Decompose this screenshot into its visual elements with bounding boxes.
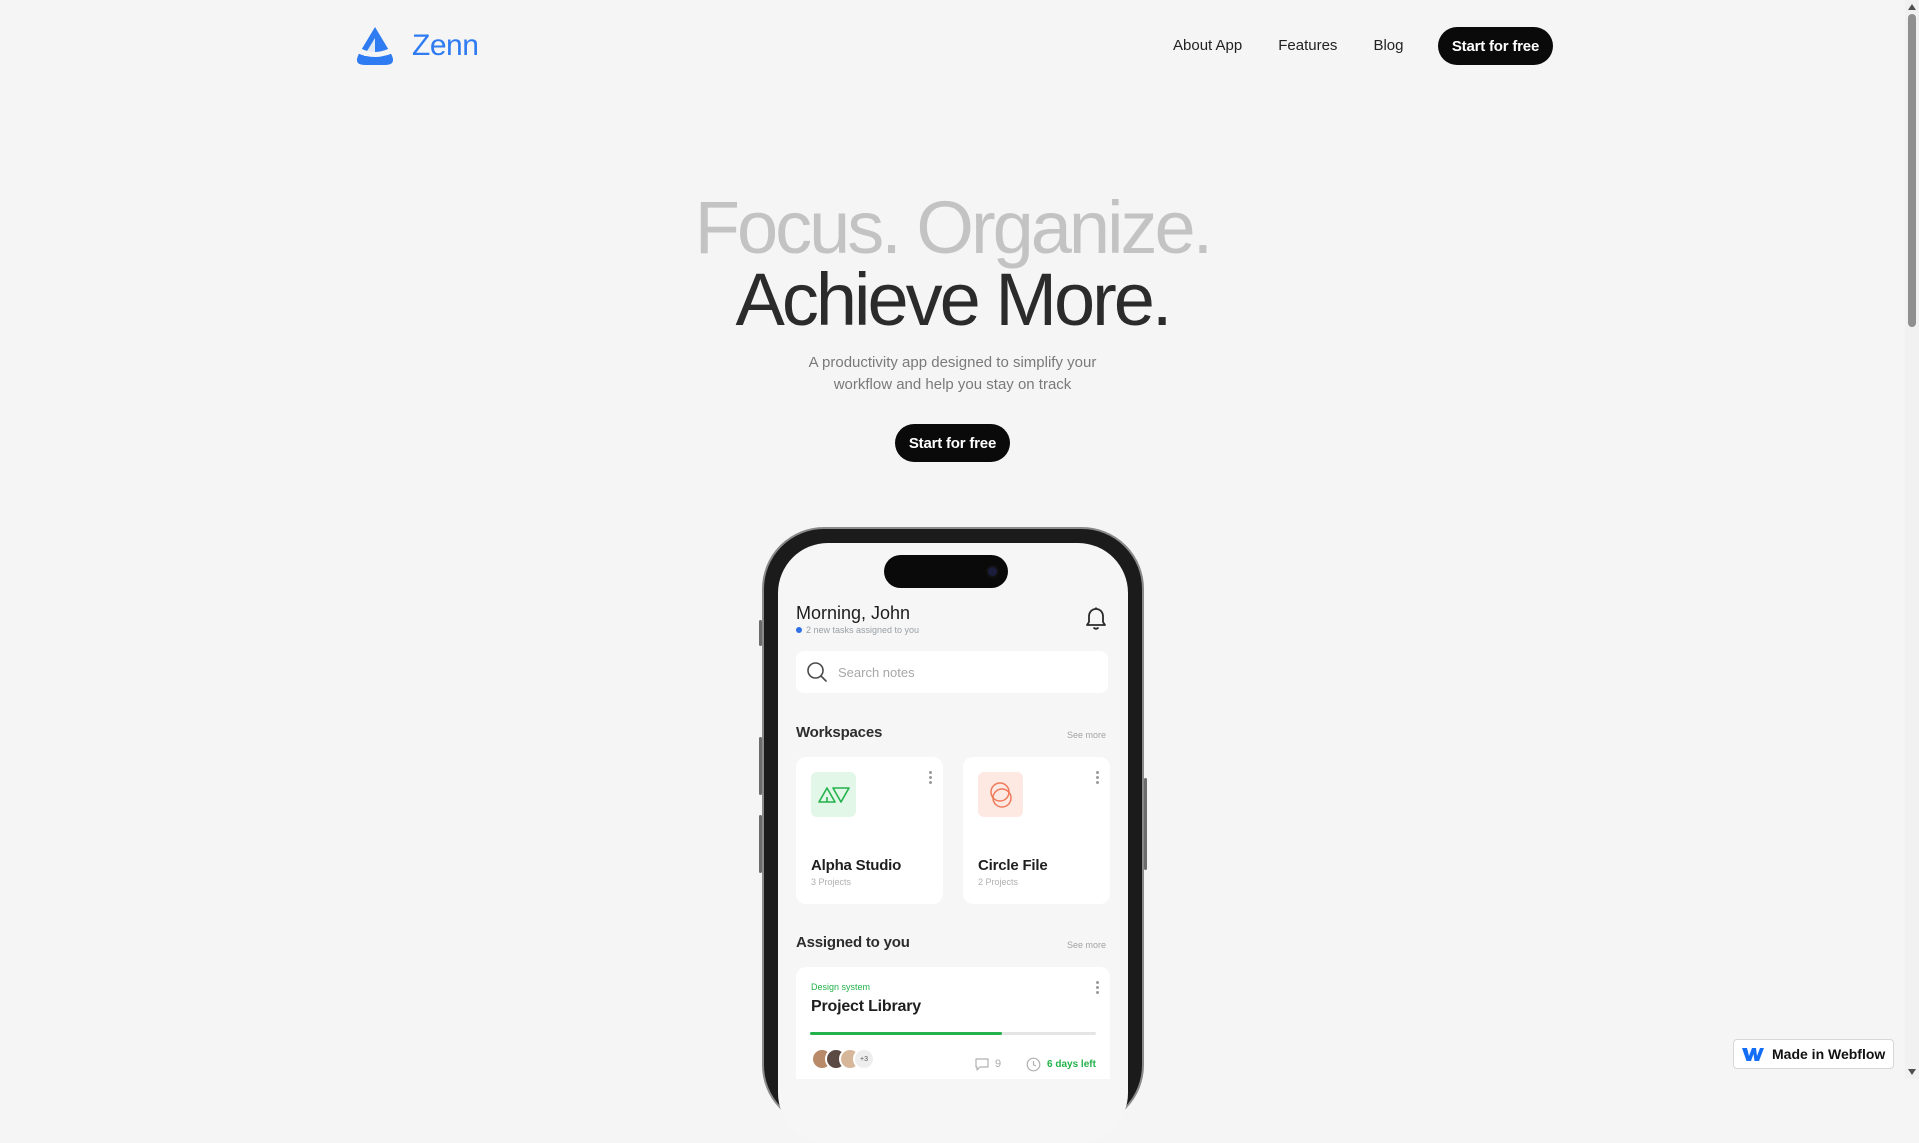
task-deadline: 6 days left: [1026, 1057, 1096, 1072]
webflow-badge-label: Made in Webflow: [1772, 1046, 1886, 1062]
task-comments: 9: [974, 1057, 1001, 1071]
nav-links: About App Features Blog: [1173, 37, 1403, 54]
task-name: Project Library: [811, 998, 921, 1015]
scroll-up-icon[interactable]: [1905, 0, 1919, 14]
hero-heading-line-2: Achieve More.: [735, 258, 1173, 341]
task-progress-bar: [810, 1032, 1096, 1035]
brand-name: Zenn: [412, 29, 479, 62]
circle-file-logo-icon: [978, 772, 1023, 817]
new-tasks-notice: 2 new tasks assigned to you: [796, 625, 919, 635]
hero-subtitle-line-1: A productivity app designed to simplify …: [808, 354, 1097, 371]
workspace-name: Circle File: [978, 857, 1048, 874]
search-bar: [796, 651, 1108, 693]
task-category: Design system: [811, 982, 871, 992]
workspaces-title: Workspaces: [796, 724, 883, 741]
greeting: Morning, John: [796, 603, 911, 623]
workspace-card-alpha-studio[interactable]: Alpha Studio 3 Projects: [796, 757, 943, 904]
nav-start-button[interactable]: Start for free: [1438, 27, 1553, 65]
task-progress-fill: [810, 1032, 1002, 1035]
zenn-logo-icon: [356, 27, 394, 65]
workspace-card-circle-file[interactable]: Circle File 2 Projects: [963, 757, 1110, 904]
scrollbar-thumb[interactable]: [1908, 14, 1916, 327]
avatar-extra-count: +3: [853, 1048, 875, 1070]
phone-power-button: [1144, 778, 1147, 870]
clock-icon: [1026, 1057, 1041, 1072]
bell-icon[interactable]: [1084, 606, 1108, 632]
camera-icon: [988, 567, 997, 576]
top-nav: Zenn About App Features Blog Start for f…: [0, 0, 1905, 92]
deadline-text: 6 days left: [1047, 1059, 1096, 1070]
nav-link-blog[interactable]: Blog: [1373, 37, 1403, 54]
search-notes-input[interactable]: [836, 663, 1080, 681]
comment-count: 9: [995, 1058, 1002, 1070]
task-more-icon[interactable]: [1093, 981, 1101, 997]
hero-subtitle-line-2: workflow and help you stay on track: [833, 376, 1072, 393]
assigned-title: Assigned to you: [796, 934, 910, 951]
alpha-studio-more-icon[interactable]: [926, 771, 934, 787]
scroll-down-icon[interactable]: [1905, 1065, 1919, 1079]
notice-dot-icon: [796, 627, 802, 633]
alpha-studio-logo-icon: [811, 772, 856, 817]
workspace-project-count: 2 Projects: [978, 877, 1019, 887]
search-icon: [807, 662, 827, 682]
workspaces-see-more-link[interactable]: See more: [1067, 730, 1106, 740]
workspace-project-count: 3 Projects: [811, 877, 852, 887]
workspace-name: Alpha Studio: [811, 857, 902, 874]
new-tasks-notice-text: 2 new tasks assigned to you: [806, 625, 920, 635]
comment-icon: [975, 1058, 989, 1071]
circle-file-more-icon[interactable]: [1093, 771, 1101, 787]
hero-start-button[interactable]: Start for free: [895, 424, 1010, 462]
nav-link-about-app[interactable]: About App: [1173, 37, 1242, 54]
assigned-see-more-link[interactable]: See more: [1067, 940, 1106, 950]
made-in-webflow-badge[interactable]: Made in Webflow: [1733, 1039, 1894, 1069]
brand-logo-link[interactable]: Zenn: [352, 26, 479, 66]
hero-subtitle: A productivity app designed to simplify …: [0, 352, 1905, 396]
nav-link-features[interactable]: Features: [1278, 37, 1337, 54]
webflow-logo-icon: [1742, 1048, 1764, 1061]
